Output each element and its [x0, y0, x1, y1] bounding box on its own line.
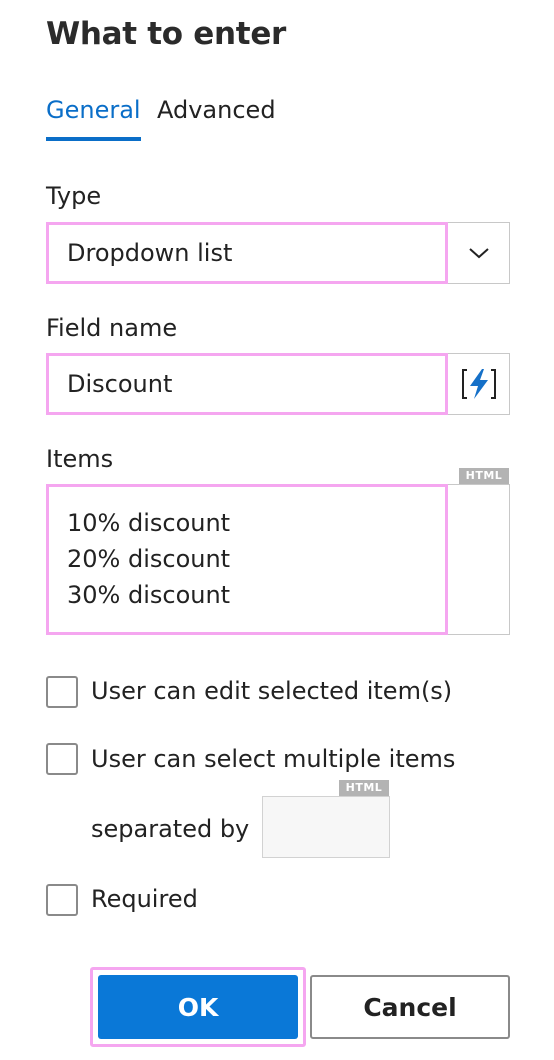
- select-multiple-label[interactable]: User can select multiple items: [91, 745, 455, 773]
- separator-html-badge: HTML: [339, 780, 389, 796]
- field-name-input[interactable]: Discount: [46, 353, 448, 415]
- list-item: 20% discount: [67, 545, 231, 573]
- cancel-button[interactable]: Cancel: [310, 975, 510, 1039]
- edit-selected-label[interactable]: User can edit selected item(s): [91, 677, 452, 705]
- type-dropdown-button[interactable]: [448, 222, 510, 284]
- type-select-value: Dropdown list: [67, 239, 233, 267]
- list-item: 30% discount: [67, 581, 231, 609]
- dialog-title: What to enter: [46, 16, 287, 52]
- active-tab-indicator: [46, 137, 141, 141]
- list-item: 10% discount: [67, 509, 231, 537]
- separator-input[interactable]: [262, 796, 390, 858]
- ok-button[interactable]: OK: [98, 975, 298, 1039]
- select-multiple-checkbox[interactable]: [46, 743, 78, 775]
- type-label: Type: [46, 182, 102, 210]
- items-html-badge: HTML: [459, 468, 509, 484]
- field-name-label: Field name: [46, 314, 178, 342]
- tab-advanced[interactable]: Advanced: [157, 96, 276, 124]
- separated-by-label: separated by: [91, 815, 250, 843]
- edit-selected-checkbox[interactable]: [46, 676, 78, 708]
- field-name-value: Discount: [67, 370, 173, 398]
- tab-general[interactable]: General: [46, 96, 141, 124]
- chevron-down-icon: [468, 248, 489, 259]
- type-select[interactable]: Dropdown list: [46, 222, 448, 284]
- required-checkbox[interactable]: [46, 884, 78, 916]
- items-label: Items: [46, 445, 114, 473]
- insert-field-button[interactable]: [448, 353, 510, 415]
- items-side-panel: [448, 484, 510, 635]
- lightning-field-icon: [461, 369, 496, 399]
- items-textarea[interactable]: 10% discount 20% discount 30% discount: [46, 484, 448, 635]
- required-label[interactable]: Required: [91, 885, 198, 913]
